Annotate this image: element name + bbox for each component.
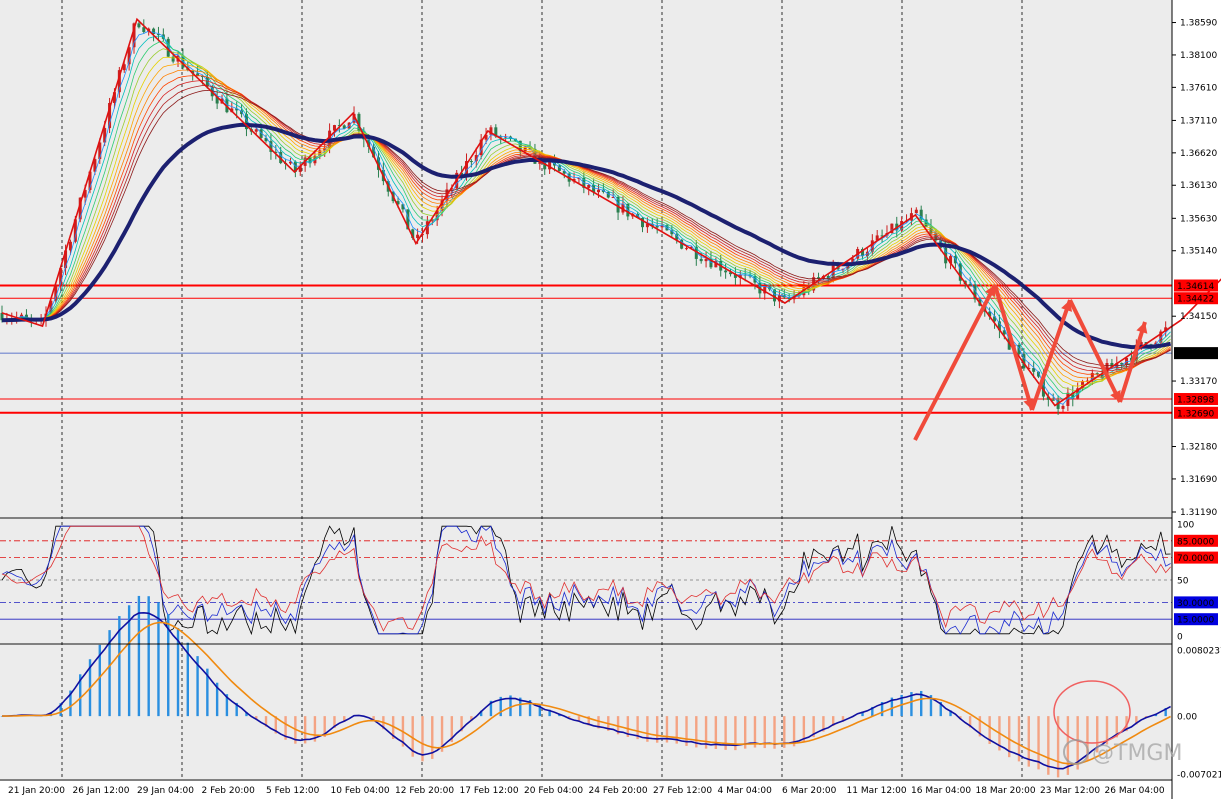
time-label: 16 Mar 04:00 [911,786,971,796]
osc-label: 50 [1177,577,1189,587]
price-label: 1.37110 [1180,116,1217,126]
macd-panel [0,645,1172,779]
level-label: 1.32690 [1177,409,1214,419]
time-label: 29 Jan 04:00 [137,786,194,796]
candle-body [142,27,146,32]
time-label: 20 Feb 04:00 [524,786,583,796]
time-label: 17 Feb 12:00 [460,786,519,796]
price-label: 1.34150 [1180,312,1217,322]
time-label: 23 Mar 12:00 [1040,786,1100,796]
time-label: 26 Mar 04:00 [1105,786,1165,796]
macd-label: 0.0080237 [1177,647,1221,657]
macd-label: 0.00 [1177,713,1197,723]
osc-label: 15.0000 [1177,616,1214,626]
price-label: 1.33170 [1180,377,1217,387]
osc-label: 0 [1177,633,1183,643]
time-label: 6 Mar 20:00 [782,786,837,796]
candle-body [137,23,141,28]
price-label: 1.35140 [1180,247,1217,257]
candle-body [685,248,689,250]
time-label: 5 Feb 12:00 [266,786,320,796]
time-label: 27 Feb 12:00 [653,786,712,796]
candle-body [587,184,591,188]
candle-body [254,129,258,132]
price-label: 1.35630 [1180,214,1217,224]
time-label: 21 Jan 20:00 [8,786,65,796]
candle-body [655,226,659,228]
osc-label: 85.0000 [1177,537,1214,547]
level-label: 1.32898 [1177,396,1214,406]
time-label: 12 Feb 20:00 [395,786,454,796]
candle-body [699,258,703,262]
osc-label: 70.0000 [1177,554,1214,564]
candle-body [469,161,473,163]
candle-body [914,209,918,214]
price-label: 1.38590 [1180,19,1217,29]
candle-body [724,270,728,273]
time-label: 10 Feb 04:00 [331,786,390,796]
level-label: 1.34614 [1177,282,1214,292]
osc-label: 100 [1177,521,1194,531]
watermark-text: @TMGM [1092,741,1182,766]
time-label: 4 Mar 04:00 [718,786,773,796]
candle-body [171,56,175,62]
time-label: 18 Mar 20:00 [976,786,1036,796]
forex-chart: 21 Jan 20:00 26 Jan 12:00 29 Jan 04:00 2 Fe… [0,0,1221,799]
price-label: 1.37610 [1180,83,1217,93]
osc-label: 30.0000 [1177,599,1214,609]
level-label: 1.34422 [1177,295,1214,305]
price-label: 1.31190 [1180,508,1217,518]
candle-body [597,189,601,193]
current-price-label: 1.33592 [1177,350,1214,360]
price-label: 1.36620 [1180,149,1217,159]
price-label: 1.32180 [1180,443,1217,453]
price-label: 1.36130 [1180,181,1217,191]
price-label: 1.31690 [1180,475,1217,485]
time-label: 24 Feb 20:00 [589,786,648,796]
time-label: 11 Mar 12:00 [847,786,907,796]
macd-label: -0.007021 [1177,771,1221,781]
candle-body [416,234,420,239]
candle-body [968,284,972,286]
price-label: 1.38100 [1180,51,1217,61]
candle-body [1061,405,1065,409]
time-label: 2 Feb 20:00 [202,786,256,796]
main-panel [0,0,1172,517]
time-label: 26 Jan 12:00 [73,786,130,796]
